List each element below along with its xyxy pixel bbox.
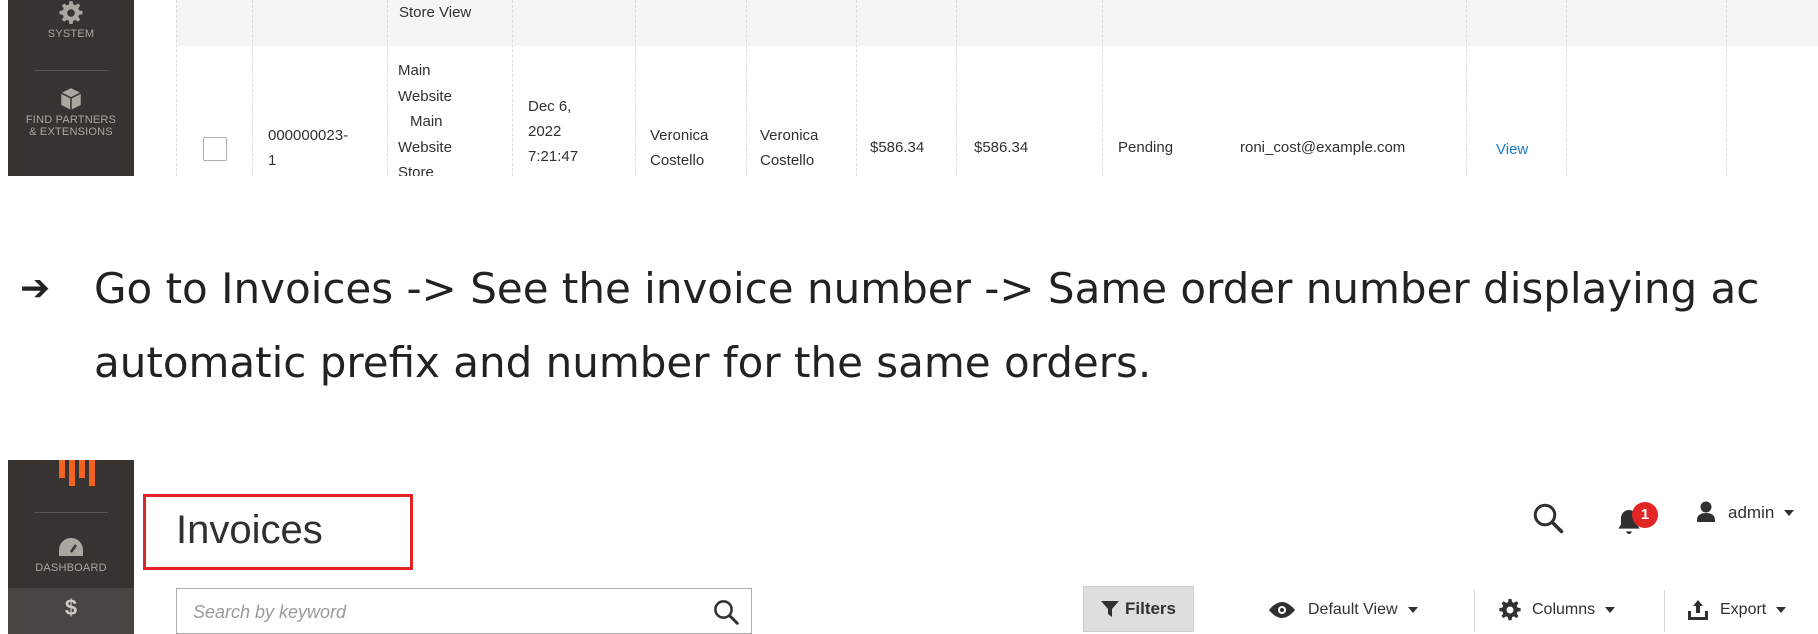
- cell-id-line: 1: [268, 152, 277, 169]
- grid-divider: [252, 0, 253, 176]
- invoices-page-screenshot: DASHBOARD $ Invoices 1 admin Fi: [0, 460, 1818, 634]
- caption-line: automatic prefix and number for the same…: [94, 338, 1152, 387]
- dollar-icon: $: [64, 595, 78, 620]
- sidebar-item-system[interactable]: SYSTEM: [8, 0, 134, 40]
- row-view-link[interactable]: View: [1496, 137, 1528, 162]
- toolbar-divider: [1474, 590, 1475, 632]
- admin-account-menu[interactable]: admin: [1694, 500, 1795, 526]
- cell-bill-to: Veronica Costello: [650, 123, 708, 173]
- gear-icon: [59, 1, 83, 25]
- cell-purchase-point: Main Website Main Website Store: [398, 58, 452, 176]
- caption-line: Go to Invoices -> See the invoice number…: [94, 264, 1760, 313]
- search-input[interactable]: [191, 597, 675, 627]
- search-icon[interactable]: [1530, 500, 1566, 536]
- columns-label: Columns: [1532, 601, 1596, 618]
- cell-ship-to: Veronica Costello: [760, 123, 818, 173]
- funnel-icon: [1100, 601, 1119, 617]
- export-label: Export: [1720, 601, 1767, 618]
- sidebar-item-dashboard[interactable]: DASHBOARD: [8, 536, 134, 574]
- cell-line: Veronica: [650, 127, 709, 144]
- default-view-dropdown[interactable]: Default View: [1266, 590, 1418, 630]
- view-label: Default View: [1308, 601, 1398, 618]
- cell-line: Store: [398, 164, 434, 176]
- notification-count-badge[interactable]: 1: [1632, 502, 1658, 528]
- orders-grid: Store View 000000023- 1 Main Website Mai…: [176, 0, 1818, 176]
- grid-divider: [512, 0, 513, 176]
- grid-divider: [1102, 0, 1103, 176]
- page-title: Invoices: [176, 508, 323, 552]
- cell-line: 7:21:47: [528, 148, 579, 165]
- columns-dropdown[interactable]: Columns: [1498, 590, 1616, 630]
- cell-email: roni_cost@example.com: [1240, 139, 1406, 156]
- cell-line: 2022: [528, 123, 562, 140]
- chevron-down-icon: [1784, 510, 1795, 516]
- grid-divider: [1566, 0, 1567, 176]
- admin-username: admin: [1728, 503, 1775, 522]
- grid-divider: [1466, 0, 1467, 176]
- toolbar-divider: [1664, 590, 1665, 632]
- sidebar-item-label: FIND PARTNERS: [25, 114, 117, 126]
- sidebar-item-label: SYSTEM: [47, 28, 95, 40]
- cell-purchase-date: Dec 6, 2022 7:21:47: [528, 94, 578, 169]
- search-icon[interactable]: [711, 597, 741, 627]
- gear-icon: [1499, 599, 1521, 621]
- grid-divider: [856, 0, 857, 176]
- admin-sidebar: SYSTEM FIND PARTNERS & EXTENSIONS: [8, 0, 134, 176]
- sidebar-item-label: & EXTENSIONS: [29, 126, 113, 138]
- sidebar-item-label: DASHBOARD: [35, 562, 107, 574]
- cell-line: Veronica: [760, 127, 819, 144]
- row-select-checkbox[interactable]: [203, 137, 227, 161]
- orders-grid-screenshot: SYSTEM FIND PARTNERS & EXTENSIONS Store …: [0, 0, 1818, 176]
- cell-id: 000000023- 1: [268, 123, 348, 173]
- cell-status: Pending: [1118, 139, 1174, 156]
- sidebar-item-sales[interactable]: $: [8, 588, 134, 634]
- sidebar-divider: [34, 70, 108, 71]
- sidebar-item-find-partners[interactable]: FIND PARTNERS & EXTENSIONS: [8, 86, 134, 138]
- column-header-purchase-point[interactable]: Store View: [399, 0, 471, 25]
- export-icon: [1688, 600, 1708, 620]
- cell-grand-total-purchased: $586.34: [974, 139, 1029, 156]
- chevron-down-icon: [1605, 607, 1616, 613]
- magento-logo-icon[interactable]: [57, 460, 103, 488]
- cell-line: Dec 6,: [528, 98, 572, 115]
- chevron-down-icon: [1407, 607, 1418, 613]
- cell-grand-total-base: $586.34: [870, 139, 925, 156]
- filters-label: Filters: [1124, 599, 1177, 618]
- cell-line: Costello: [760, 152, 815, 169]
- admin-sidebar: DASHBOARD $: [8, 460, 134, 634]
- export-dropdown[interactable]: Export: [1686, 590, 1787, 630]
- grid-divider: [746, 0, 747, 176]
- sidebar-divider: [34, 512, 108, 513]
- filters-button[interactable]: Filters: [1083, 586, 1194, 632]
- grid-header-row: Store View: [176, 0, 1818, 46]
- cell-line: Main: [398, 62, 431, 79]
- dashboard-gauge-icon: [59, 538, 83, 556]
- eye-icon: [1269, 602, 1295, 618]
- grid-divider: [387, 0, 388, 176]
- grid-divider: [1726, 0, 1727, 176]
- cell-line: Website: [398, 138, 452, 156]
- grid-divider: [635, 0, 636, 176]
- grid-divider: [176, 0, 177, 176]
- chevron-down-icon: [1776, 607, 1787, 613]
- grid-divider: [956, 0, 957, 176]
- box-icon: [60, 88, 82, 110]
- keyword-search: [176, 588, 752, 634]
- user-icon: [1697, 501, 1715, 522]
- cell-id-line: 000000023-: [268, 127, 349, 144]
- cell-line: Main: [410, 113, 443, 130]
- cell-line: Website: [398, 87, 452, 105]
- cell-line: Costello: [650, 152, 705, 169]
- arrow-icon: ➔: [20, 268, 51, 309]
